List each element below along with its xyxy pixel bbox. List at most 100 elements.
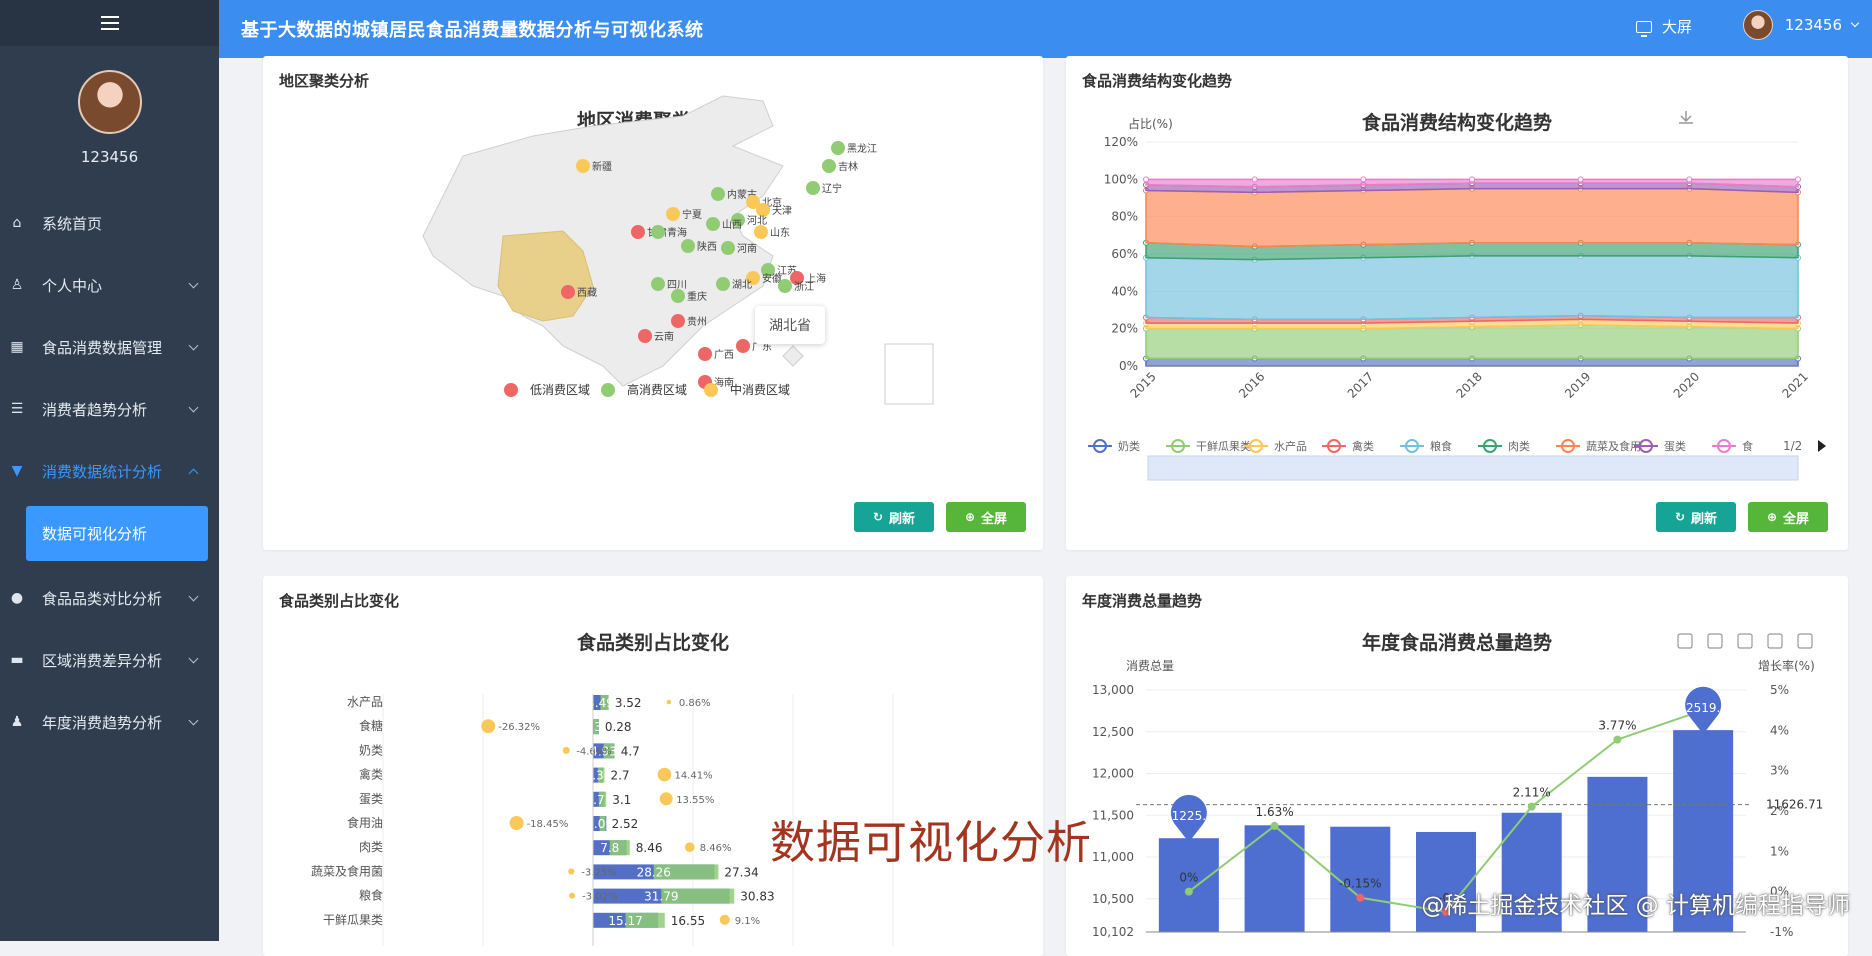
sidebar-item-home[interactable]: ⌂ 系统首页 [0, 192, 219, 254]
map-point[interactable] [831, 141, 845, 155]
bigscreen-label: 大屏 [1661, 18, 1692, 36]
sidebar-item-annual-trend[interactable]: ♟ 年度消费趋势分析 [0, 691, 219, 753]
legend-swatch[interactable] [601, 383, 615, 397]
map-point[interactable] [716, 277, 730, 291]
download-icon[interactable] [1797, 633, 1813, 649]
legend-label[interactable]: 肉类 [1508, 439, 1530, 453]
legend-label[interactable]: 中消费区域 [730, 382, 790, 397]
fullscreen-button[interactable]: ⊕ 全屏 [1748, 502, 1828, 532]
sidebar-item-profile[interactable]: ♙ 个人中心 [0, 254, 219, 316]
map-point-label: 山西 [722, 219, 742, 231]
map-point[interactable] [671, 289, 685, 303]
map-point[interactable] [651, 225, 665, 239]
growth-point[interactable] [1270, 821, 1279, 830]
sidebar-item-label: 区域消费差异分析 [42, 651, 163, 670]
hamburger-icon[interactable] [100, 16, 119, 30]
map-point[interactable] [698, 347, 712, 361]
download-icon[interactable] [1679, 111, 1693, 124]
legend-label[interactable]: 水产品 [1274, 439, 1307, 453]
map-point[interactable] [576, 159, 590, 173]
map-point[interactable] [736, 339, 750, 353]
refresh-button[interactable]: ↻ 刷新 [854, 502, 934, 532]
change-point[interactable] [562, 746, 570, 754]
map-point[interactable] [822, 159, 836, 173]
refresh-icon[interactable] [1767, 633, 1783, 649]
sidebar-item-region-diff[interactable]: ▬ 区域消费差异分析 [0, 629, 219, 691]
map-point[interactable] [681, 239, 695, 253]
legend-label[interactable]: 蛋类 [1664, 439, 1686, 453]
map-point[interactable] [638, 329, 652, 343]
change-point[interactable] [659, 792, 673, 806]
map-point[interactable] [666, 207, 680, 221]
legend-label[interactable]: 干鲜瓜果类 [1196, 439, 1251, 453]
legend-label[interactable]: 食 [1742, 439, 1753, 453]
legend-label[interactable]: 奶类 [1118, 439, 1140, 453]
legend-label[interactable]: 低消费区域 [530, 383, 590, 397]
area-series[interactable] [1145, 324, 1799, 360]
map-point[interactable] [651, 277, 665, 291]
growth-point[interactable] [1527, 802, 1536, 811]
bar-icon[interactable] [1737, 633, 1753, 649]
doc-icon[interactable] [1677, 633, 1693, 649]
refresh-button[interactable]: ↻ 刷新 [1656, 502, 1736, 532]
sidebar-item-consumer-trend[interactable]: ☰ 消费者趋势分析 [0, 378, 219, 440]
legend-label[interactable]: 禽类 [1352, 439, 1374, 453]
sidebar-subitem-visualization[interactable]: 数据可视化分析 [26, 506, 208, 561]
y-tick-label: 10,500 [1092, 892, 1134, 906]
legend-page: 1/2 [1783, 439, 1802, 453]
legend-swatch[interactable] [704, 383, 718, 397]
sidebar-item-category-compare[interactable]: ● 食品品类对比分析 [0, 567, 219, 629]
growth-label: 3.77% [1598, 719, 1636, 733]
person-icon: ♟ [10, 714, 24, 730]
change-point[interactable] [719, 914, 730, 925]
area-point [1469, 176, 1475, 183]
growth-label: -0.15% [1339, 877, 1381, 891]
line-icon[interactable] [1707, 633, 1723, 649]
sidebar-item-statistics[interactable]: ▼ 消费数据统计分析 [0, 440, 219, 502]
user-menu[interactable]: 123456 [1742, 10, 1860, 40]
growth-label: 0% [1179, 871, 1198, 885]
map-point[interactable] [631, 225, 645, 239]
bar[interactable] [1158, 838, 1219, 932]
category-label: 食糖 [359, 718, 383, 733]
change-point[interactable] [568, 868, 575, 875]
change-point[interactable] [666, 699, 672, 705]
map-point[interactable] [561, 285, 575, 299]
category-bar-chart[interactable]: 水产品 3.49 3.52 0.86%食糖 0.380.28-26.32%奶类 4.93 4… [263, 576, 1043, 956]
china-map[interactable]: 黑龙江吉林辽宁内蒙古北京天津河北山西山东河南江苏安徽上海浙江湖北福建广东广西海南… [263, 56, 1043, 550]
legend-label[interactable]: 高消费区域 [627, 382, 687, 397]
sidebar-item-data-management[interactable]: ▦ 食品消费数据管理 [0, 316, 219, 378]
map-point[interactable] [706, 217, 720, 231]
bar-green-label: 4.7 [621, 744, 640, 758]
area-series[interactable] [1145, 255, 1799, 321]
area-point [1795, 176, 1801, 183]
map-point[interactable] [778, 279, 792, 293]
map-point[interactable] [806, 181, 820, 195]
datazoom-slider[interactable] [1147, 455, 1799, 481]
map-point[interactable] [721, 241, 735, 255]
change-point[interactable] [509, 816, 524, 830]
fullscreen-button[interactable]: ⊕ 全屏 [946, 502, 1026, 532]
growth-point[interactable] [1613, 735, 1622, 744]
legend-swatch[interactable] [504, 383, 518, 397]
chevron-down-icon [188, 402, 199, 413]
change-point[interactable] [569, 892, 576, 899]
structure-area-chart[interactable]: 0% 20% 40% 60% 80% 100% 120% 占比(%) 2015 2016 2017 2… [1066, 56, 1848, 550]
map-point[interactable] [711, 187, 725, 201]
pin-icon: ▼ [11, 463, 23, 479]
legend-next-icon[interactable] [1818, 440, 1826, 452]
growth-point[interactable] [1184, 887, 1193, 896]
legend-label[interactable]: 粮食 [1430, 439, 1452, 453]
change-point[interactable] [684, 842, 695, 853]
change-point[interactable] [481, 719, 496, 734]
watermark: @稀土掘金技术社区 @ 计算机编程指导师 [1421, 893, 1850, 919]
map-point[interactable] [671, 314, 685, 328]
map-point[interactable] [754, 225, 768, 239]
change-label: 13.55% [676, 795, 714, 806]
category-label: 奶类 [359, 743, 383, 757]
bigscreen-button[interactable]: 大屏 [1635, 16, 1692, 37]
map-point[interactable] [756, 203, 770, 217]
growth-point[interactable] [1356, 893, 1365, 902]
change-point[interactable] [657, 767, 672, 782]
area-series[interactable] [1145, 187, 1799, 248]
